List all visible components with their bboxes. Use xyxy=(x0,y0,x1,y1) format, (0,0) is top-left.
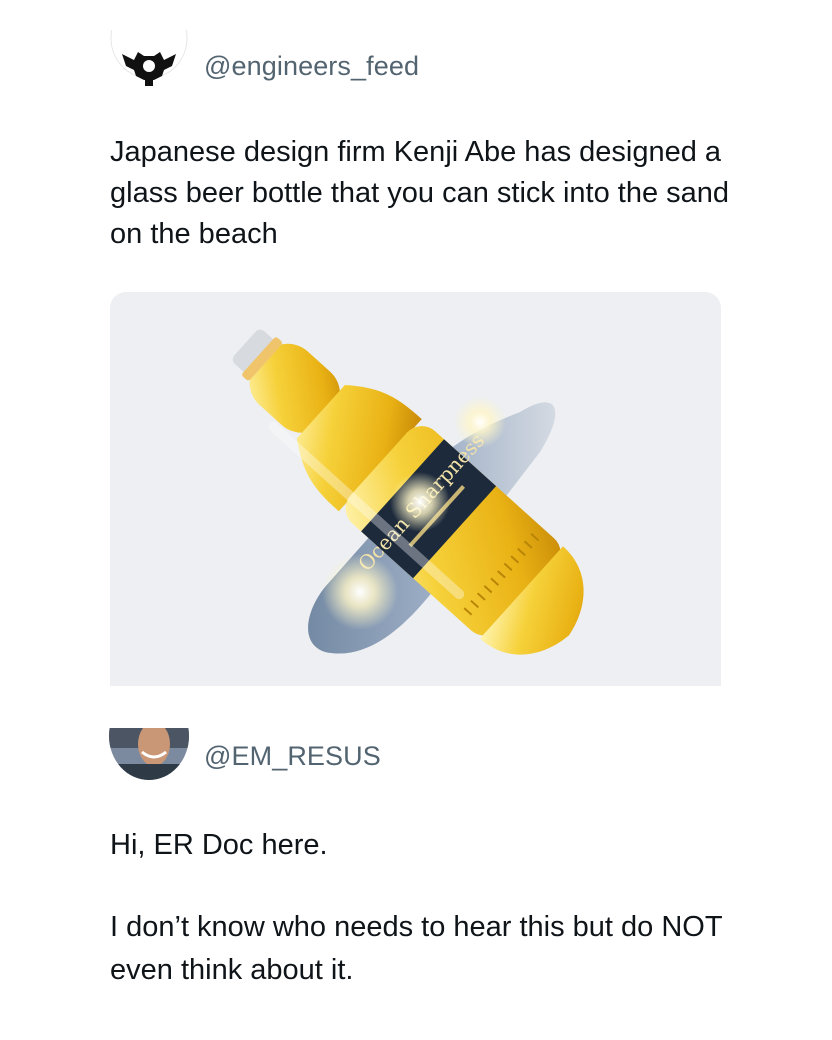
beer-bottle-image: Ocean Sharpness xyxy=(232,329,584,655)
post-text: Japanese design firm Kenji Abe has desig… xyxy=(110,136,730,250)
user-photo-avatar[interactable] xyxy=(108,728,190,784)
post-paragraph: I don’t know who needs to hear this but … xyxy=(110,911,723,986)
author-handle[interactable]: @engineers_feed xyxy=(204,51,419,82)
gear-logo-icon[interactable] xyxy=(108,30,190,102)
screenshot-page: @engineers_feed Japanese design firm Ken… xyxy=(0,0,832,1040)
post1-header: @engineers_feed xyxy=(108,30,419,102)
post2-header: @EM_RESUS xyxy=(108,728,381,784)
post-paragraph: Hi, ER Doc here. xyxy=(110,829,328,861)
author-handle[interactable]: @EM_RESUS xyxy=(204,741,381,772)
post-media-image[interactable]: Ocean Sharpness xyxy=(110,292,721,686)
post-text: Hi, ER Doc here. I don’t know who needs … xyxy=(110,824,750,992)
